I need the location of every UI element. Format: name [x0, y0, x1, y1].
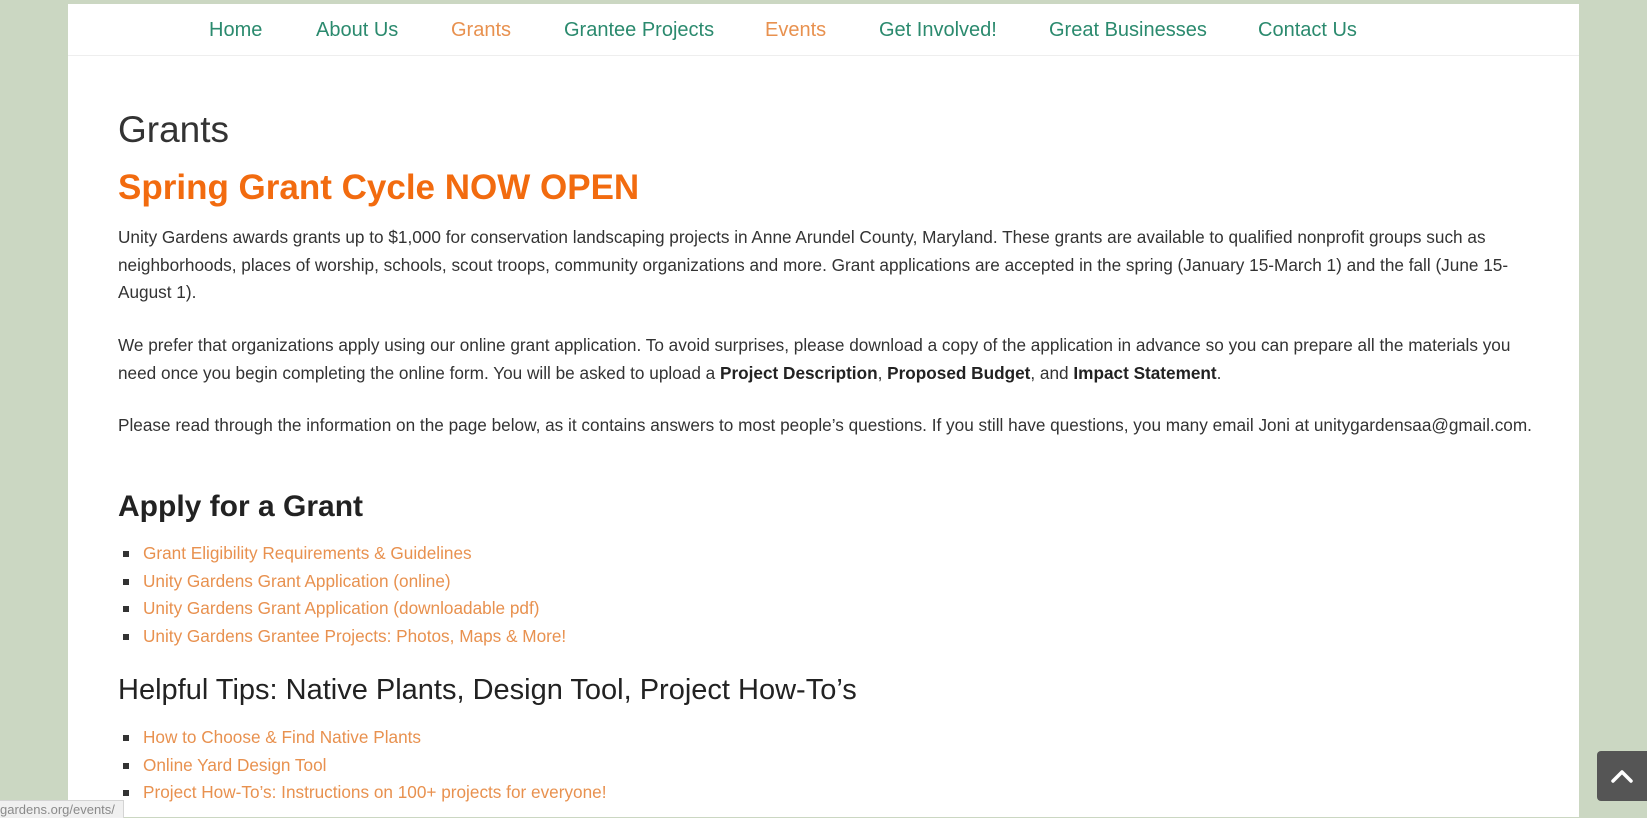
list-item: Grant Eligibility Requirements & Guideli…: [118, 540, 566, 568]
link-yard-design-tool[interactable]: Online Yard Design Tool: [143, 755, 326, 775]
separator-text: ,: [877, 362, 888, 383]
nav-item-events[interactable]: Events: [765, 18, 826, 42]
scroll-to-top-button[interactable]: [1597, 751, 1647, 801]
page-title: Grants: [118, 109, 230, 150]
list-item: Project How-To’s: Instructions on 100+ p…: [118, 779, 607, 807]
tips-links-list: How to Choose & Find Native Plants Onlin…: [118, 724, 607, 807]
link-project-how-tos[interactable]: Project How-To’s: Instructions on 100+ p…: [143, 782, 607, 802]
impact-statement-label: Impact Statement: [1073, 362, 1217, 383]
main-nav: Home About Us Grants Grantee Projects Ev…: [68, 4, 1579, 56]
apply-links-list: Grant Eligibility Requirements & Guideli…: [118, 540, 566, 650]
bullet-icon: [123, 606, 129, 612]
bullet-icon: [123, 735, 129, 741]
nav-item-great-businesses[interactable]: Great Businesses: [1049, 18, 1207, 42]
list-item: How to Choose & Find Native Plants: [118, 724, 607, 752]
bullet-icon: [123, 551, 129, 557]
nav-item-get-involved[interactable]: Get Involved!: [879, 18, 997, 42]
list-item: Unity Gardens Grant Application (online): [118, 568, 566, 596]
project-description-label: Project Description: [719, 362, 878, 383]
browser-status-bar: gardens.org/events/: [0, 800, 124, 818]
link-native-plants[interactable]: How to Choose & Find Native Plants: [143, 727, 421, 747]
separator-text: , and: [1030, 362, 1074, 383]
helpful-tips-heading: Helpful Tips: Native Plants, Design Tool…: [118, 674, 857, 706]
intro-paragraph: Unity Gardens awards grants up to $1,000…: [118, 227, 1509, 302]
bullet-icon: [123, 762, 129, 769]
chevron-up-icon: [1611, 770, 1633, 783]
list-item: Unity Gardens Grantee Projects: Photos, …: [118, 623, 566, 651]
link-eligibility-guidelines[interactable]: Grant Eligibility Requirements & Guideli…: [143, 543, 472, 563]
link-grant-application-online[interactable]: Unity Gardens Grant Application (online): [143, 571, 451, 591]
nav-item-grantee-projects[interactable]: Grantee Projects: [564, 18, 714, 42]
nav-item-about-us[interactable]: About Us: [316, 18, 398, 42]
cycle-announcement-heading: Spring Grant Cycle NOW OPEN: [118, 168, 640, 207]
list-item: Online Yard Design Tool: [118, 752, 607, 780]
link-grantee-projects[interactable]: Unity Gardens Grantee Projects: Photos, …: [143, 626, 566, 646]
application-paragraph: We prefer that organizations apply using…: [118, 332, 1538, 387]
link-grant-application-pdf[interactable]: Unity Gardens Grant Application (downloa…: [143, 598, 540, 618]
bullet-icon: [123, 633, 129, 640]
page-container: Home About Us Grants Grantee Projects Ev…: [68, 4, 1579, 817]
period-text: .: [1216, 362, 1222, 383]
proposed-budget-label: Proposed Budget: [887, 362, 1031, 383]
list-item: Unity Gardens Grant Application (downloa…: [118, 595, 566, 623]
bullet-icon: [123, 790, 129, 796]
bullet-icon: [123, 578, 129, 585]
nav-item-grants[interactable]: Grants: [451, 18, 511, 42]
nav-item-contact-us[interactable]: Contact Us: [1258, 18, 1357, 42]
apply-heading: Apply for a Grant: [118, 490, 364, 523]
nav-item-home[interactable]: Home: [209, 18, 262, 42]
contact-paragraph: Please read through the information on t…: [118, 415, 1532, 435]
